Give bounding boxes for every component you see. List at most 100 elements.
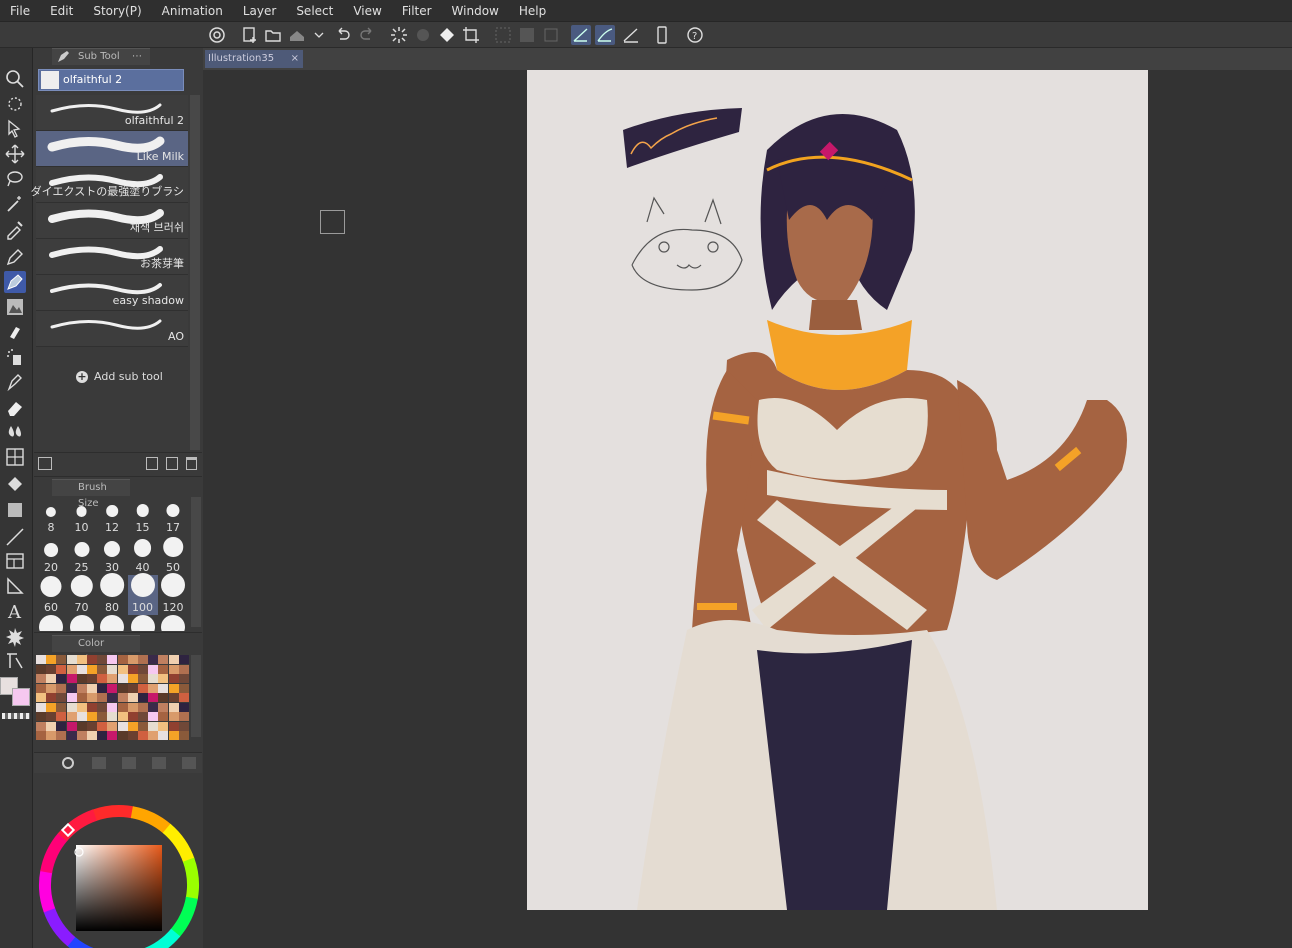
- brush-item[interactable]: お茶芽筆: [36, 239, 188, 275]
- brush-size-cell[interactable]: 15: [128, 495, 158, 535]
- brush-size-cell[interactable]: 40: [128, 535, 158, 575]
- color-swatch[interactable]: [158, 655, 169, 664]
- fill-icon[interactable]: [437, 25, 457, 45]
- new-file-icon[interactable]: [240, 25, 260, 45]
- color-swatch[interactable]: [56, 674, 67, 683]
- snap-special-ruler-icon[interactable]: [595, 25, 615, 45]
- duplicate-icon[interactable]: [166, 457, 178, 470]
- ruler-icon[interactable]: [4, 575, 26, 597]
- menu-filter[interactable]: Filter: [392, 0, 442, 22]
- color-swatch[interactable]: [107, 655, 118, 664]
- color-swatch[interactable]: [168, 674, 179, 683]
- brush-size-cell[interactable]: 10: [67, 495, 97, 535]
- color-swatch[interactable]: [36, 664, 46, 674]
- crop-icon[interactable]: [461, 25, 481, 45]
- color-swatch[interactable]: [97, 731, 108, 740]
- brush-size-cell[interactable]: 100: [127, 573, 158, 615]
- sub-tool-scrollbar[interactable]: [190, 95, 200, 450]
- brush-size-cell[interactable]: [36, 615, 66, 631]
- selected-brush-group[interactable]: olfaithful 2: [38, 69, 184, 91]
- color-swatch[interactable]: [168, 664, 179, 674]
- color-swatch[interactable]: [66, 655, 77, 664]
- brush-item[interactable]: AO: [36, 311, 188, 347]
- color-swatch[interactable]: [148, 674, 159, 683]
- color-swatch[interactable]: [56, 712, 67, 721]
- color-swatch[interactable]: [107, 664, 118, 674]
- brush-size-cell[interactable]: 12: [97, 495, 127, 535]
- color-swatch[interactable]: [148, 731, 159, 740]
- color-wheel-tab-icon[interactable]: [62, 757, 74, 769]
- color-swatch[interactable]: [107, 702, 118, 712]
- color-swatch[interactable]: [178, 683, 189, 693]
- color-swatch[interactable]: [168, 683, 179, 693]
- color-swatch[interactable]: [178, 702, 189, 712]
- blend-icon[interactable]: [4, 421, 26, 443]
- approx-color-tab-icon[interactable]: [182, 757, 196, 769]
- brush-icon[interactable]: [4, 271, 26, 293]
- color-swatch[interactable]: [36, 712, 46, 721]
- correct-line-icon[interactable]: [4, 650, 26, 672]
- color-swatch[interactable]: [168, 702, 179, 712]
- spray-icon[interactable]: [4, 346, 26, 368]
- color-swatch[interactable]: [158, 721, 169, 731]
- color-swatch[interactable]: [178, 721, 189, 731]
- color-swatch[interactable]: [138, 721, 148, 731]
- color-swatch[interactable]: [97, 674, 108, 683]
- color-swatch[interactable]: [148, 664, 159, 674]
- frame-icon[interactable]: [4, 550, 26, 572]
- color-swatch[interactable]: [97, 702, 108, 712]
- zoom-icon[interactable]: [4, 68, 26, 90]
- color-swatch[interactable]: [107, 674, 118, 683]
- brush-size-cell[interactable]: 50: [158, 535, 188, 575]
- color-swatch[interactable]: [97, 721, 108, 731]
- clear-icon[interactable]: [413, 25, 433, 45]
- operation-icon[interactable]: [4, 93, 26, 115]
- color-swatch[interactable]: [107, 731, 118, 740]
- undo-icon[interactable]: [333, 25, 353, 45]
- color-swatch[interactable]: [158, 693, 169, 702]
- menu-layer[interactable]: Layer: [233, 0, 286, 22]
- color-history-scrollbar[interactable]: [191, 655, 201, 737]
- menu-select[interactable]: Select: [286, 0, 343, 22]
- color-swatch[interactable]: [127, 712, 138, 721]
- sub-color-swatch[interactable]: [12, 688, 30, 706]
- color-swatch[interactable]: [127, 693, 138, 702]
- color-swatch[interactable]: [36, 683, 46, 693]
- color-swatch[interactable]: [87, 712, 97, 721]
- color-swatch[interactable]: [76, 683, 87, 693]
- color-swatch[interactable]: [107, 693, 118, 702]
- smartphone-icon[interactable]: [652, 25, 672, 45]
- fill-bucket-icon[interactable]: [4, 474, 26, 496]
- brush-item[interactable]: 채색 브러쉬: [36, 203, 188, 239]
- menu-window[interactable]: Window: [442, 0, 509, 22]
- color-swatch[interactable]: [127, 664, 138, 674]
- color-swatch[interactable]: [148, 655, 159, 664]
- color-swatch[interactable]: [97, 655, 108, 664]
- color-history-tab[interactable]: Color History: [52, 635, 140, 665]
- redo-icon[interactable]: [357, 25, 377, 45]
- color-swatch[interactable]: [76, 655, 87, 664]
- intermediate-color-tab-icon[interactable]: [152, 757, 166, 769]
- color-swatch[interactable]: [168, 655, 179, 664]
- color-swatch[interactable]: [138, 712, 148, 721]
- color-swatch[interactable]: [117, 693, 128, 702]
- color-swatch[interactable]: [107, 721, 118, 731]
- brush-size-cell[interactable]: [97, 615, 127, 631]
- brush-size-cell[interactable]: 30: [97, 535, 127, 575]
- color-swatch[interactable]: [127, 674, 138, 683]
- color-swatch[interactable]: [76, 712, 87, 721]
- color-swatch[interactable]: [117, 731, 128, 740]
- color-swatch[interactable]: [138, 731, 148, 740]
- color-swatch[interactable]: [46, 721, 57, 731]
- color-swatch[interactable]: [36, 655, 46, 664]
- color-swatch[interactable]: [46, 693, 57, 702]
- color-swatch[interactable]: [178, 674, 189, 683]
- move-icon[interactable]: [4, 143, 26, 165]
- color-swatch[interactable]: [66, 731, 77, 740]
- color-swatch[interactable]: [76, 731, 87, 740]
- brush-size-cell[interactable]: 17: [158, 495, 188, 535]
- color-swatch[interactable]: [138, 702, 148, 712]
- color-swatch[interactable]: [76, 674, 87, 683]
- color-swatch[interactable]: [127, 655, 138, 664]
- color-swatch[interactable]: [107, 683, 118, 693]
